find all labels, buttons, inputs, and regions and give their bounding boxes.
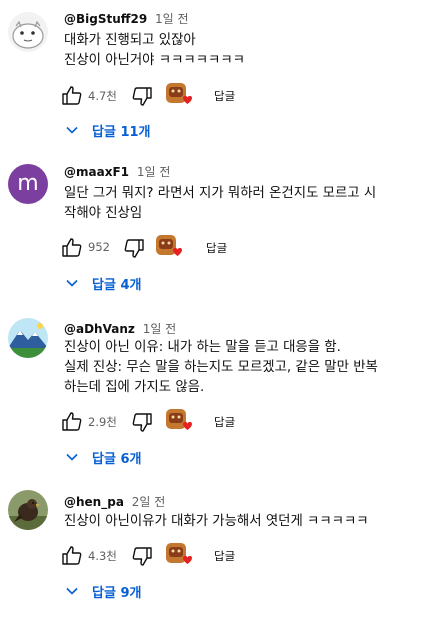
author-name[interactable]: @BigStuff29 (64, 12, 147, 26)
creator-heart-icon (166, 409, 192, 430)
comment-text: 일단 그거 뭐지? 라면서 지가 뭐하러 온건지도 모르고 시 작해야 진상임 (64, 184, 414, 224)
author-name[interactable]: @maaxF1 (64, 165, 129, 179)
avatar[interactable] (8, 490, 48, 530)
comment-text: 진상이 아닌 이유: 내가 하는 말을 듣고 대응을 함. 실제 진상: 무슨 … (64, 338, 414, 398)
thumbs-up-icon[interactable] (60, 236, 84, 260)
reply-button[interactable]: 답글 (206, 240, 227, 256)
creator-heart-icon (156, 235, 182, 256)
creator-heart-icon (166, 543, 192, 564)
thumbs-up-icon[interactable] (60, 544, 84, 568)
comment-line: 작해야 진상임 (64, 206, 143, 221)
comment-time[interactable]: 1일 전 (137, 165, 171, 179)
comment-time[interactable]: 1일 전 (143, 322, 177, 336)
avatar[interactable] (8, 12, 48, 52)
comment-line: 진상이 아닌이유가 대화가 가능해서 엿던게 ㅋㅋㅋㅋㅋ (64, 514, 369, 529)
comment-line: 진상이 아닌 이유: 내가 하는 말을 듣고 대응을 함. (64, 340, 341, 355)
comment-line: 하는데 집에 가지도 않음. (64, 380, 205, 395)
replies-label: 답글 11개 (92, 125, 151, 140)
comment-actions: 952 답글 (60, 234, 400, 262)
comment-line: 실제 진상: 무슨 말을 하는지도 모르겠고, 같은 말만 반복 (64, 360, 378, 375)
thumbs-up-icon[interactable] (60, 410, 84, 434)
chevron-down-icon (66, 587, 78, 595)
comment-item: @hen_pa 2일 전 진상이 아닌이유가 대화가 가능해서 엿던게 ㅋㅋㅋㅋ… (0, 480, 421, 620)
comment-item: @BigStuff29 1일 전 대화가 진행되고 있잖아 진상이 아닌거야 ㅋ… (0, 0, 421, 140)
comment-header: @aDhVanz 1일 전 (64, 320, 176, 337)
comment-line: 진상이 아닌거야 ㅋㅋㅋㅋㅋㅋㅋ (64, 53, 245, 68)
like-count: 4.7천 (88, 89, 117, 103)
replies-label: 답글 9개 (92, 586, 142, 601)
chevron-down-icon (66, 453, 78, 461)
comment-item: @aDhVanz 1일 전 진상이 아닌 이유: 내가 하는 말을 듣고 대응을… (0, 306, 421, 467)
author-name[interactable]: @hen_pa (64, 495, 124, 509)
chevron-down-icon (66, 126, 78, 134)
reply-button[interactable]: 답글 (214, 414, 235, 430)
thumbs-down-icon[interactable] (130, 84, 154, 108)
reply-button[interactable]: 답글 (214, 548, 235, 564)
avatar[interactable] (8, 318, 48, 358)
cartoon-creature-icon (8, 12, 48, 52)
mountain-landscape-icon (8, 318, 48, 358)
like-count: 2.9천 (88, 415, 117, 429)
comment-time[interactable]: 1일 전 (155, 12, 189, 26)
like-count: 4.3천 (88, 549, 117, 563)
comment-header: @BigStuff29 1일 전 (64, 10, 189, 27)
comment-actions: 4.3천 답글 (60, 542, 400, 570)
comment-text: 대화가 진행되고 있잖아 진상이 아닌거야 ㅋㅋㅋㅋㅋㅋㅋ (64, 31, 414, 71)
comment-line: 대화가 진행되고 있잖아 (64, 33, 196, 48)
reply-button[interactable]: 답글 (214, 88, 235, 104)
like-count: 952 (88, 240, 110, 254)
avatar-letter: m (17, 171, 39, 196)
chevron-down-icon (66, 279, 78, 287)
comment-actions: 4.7천 답글 (60, 82, 400, 110)
comment-actions: 2.9천 답글 (60, 408, 400, 436)
bird-photo-icon (8, 490, 48, 530)
replies-label: 답글 6개 (92, 452, 142, 467)
creator-heart-icon (166, 83, 192, 104)
thumbs-up-icon[interactable] (60, 84, 84, 108)
comment-line: 일단 그거 뭐지? 라면서 지가 뭐하러 온건지도 모르고 시 (64, 186, 377, 201)
comment-item: m @maaxF1 1일 전 일단 그거 뭐지? 라면서 지가 뭐하러 온건지도… (0, 152, 421, 293)
avatar[interactable]: m (8, 164, 48, 204)
thumbs-down-icon[interactable] (130, 544, 154, 568)
thumbs-down-icon[interactable] (130, 410, 154, 434)
thumbs-down-icon[interactable] (122, 236, 146, 260)
comment-text: 진상이 아닌이유가 대화가 가능해서 엿던게 ㅋㅋㅋㅋㅋ (64, 512, 414, 532)
author-name[interactable]: @aDhVanz (64, 322, 135, 336)
comment-time[interactable]: 2일 전 (132, 495, 166, 509)
comment-header: @hen_pa 2일 전 (64, 493, 165, 510)
comment-header: @maaxF1 1일 전 (64, 163, 170, 180)
replies-label: 답글 4개 (92, 278, 142, 293)
